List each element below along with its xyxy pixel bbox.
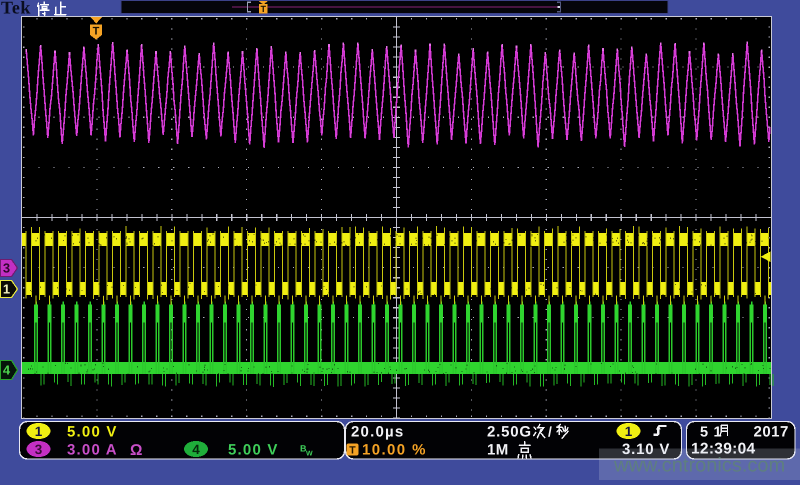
svg-text:1: 1 [35, 424, 43, 439]
svg-text:4: 4 [3, 363, 11, 378]
svg-text:3.00 A: 3.00 A [67, 442, 118, 459]
svg-text:20.0µs: 20.0µs [351, 424, 404, 441]
svg-text:10.00 %: 10.00 % [362, 442, 427, 459]
svg-text:Tek: Tek [1, 0, 31, 18]
svg-text:2.50G: 2.50G [487, 424, 532, 441]
svg-text:1: 1 [625, 424, 633, 439]
svg-text:W: W [306, 451, 313, 458]
svg-text:www.cntronics.com: www.cntronics.com [613, 455, 785, 477]
svg-text:T: T [93, 26, 100, 38]
svg-text:4: 4 [192, 442, 200, 457]
svg-text:1: 1 [3, 282, 10, 297]
svg-text:3: 3 [35, 442, 43, 457]
svg-text:5.00 V: 5.00 V [228, 442, 279, 459]
svg-text:T: T [349, 445, 356, 457]
svg-text:2017: 2017 [754, 424, 789, 441]
svg-text:T: T [261, 4, 267, 14]
svg-text:3: 3 [3, 261, 10, 276]
svg-text:Ω: Ω [130, 442, 142, 459]
svg-text:/: / [548, 424, 552, 440]
svg-text:5.00 V: 5.00 V [67, 424, 118, 441]
svg-text:1M: 1M [487, 442, 509, 459]
svg-text:5: 5 [700, 425, 708, 441]
